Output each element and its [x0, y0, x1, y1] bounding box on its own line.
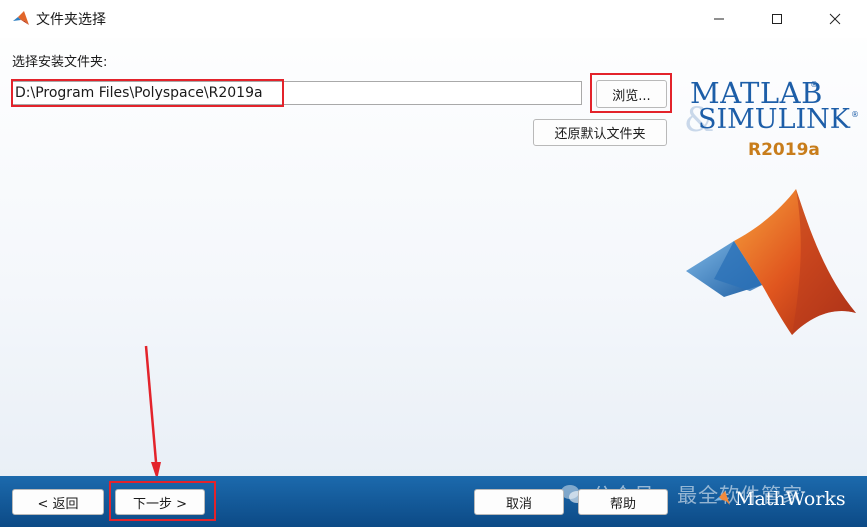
close-button[interactable] — [812, 0, 858, 38]
mathworks-membrane-icon — [714, 491, 730, 505]
matlab-app-icon — [12, 10, 30, 32]
install-path-input[interactable]: D:\Program Files\Polyspace\R2019a — [12, 81, 582, 105]
logo-registered-mark: ® — [851, 110, 859, 119]
minimize-icon — [714, 18, 724, 20]
matlab-membrane-logo-icon — [686, 189, 856, 335]
window-title: 文件夹选择 — [36, 12, 106, 28]
cancel-button[interactable]: 取消 — [474, 489, 564, 515]
install-path-value: D:\Program Files\Polyspace\R2019a — [15, 85, 263, 101]
release-label: R2019a — [748, 140, 820, 160]
mathworks-text: MathWorks — [735, 488, 846, 510]
maximize-button[interactable] — [754, 0, 800, 38]
logo-simulink-text: SIMULINK — [698, 104, 850, 135]
browse-button[interactable]: 浏览... — [596, 80, 667, 108]
back-button[interactable]: < 返回 — [12, 489, 104, 515]
help-button[interactable]: 帮助 — [578, 489, 668, 515]
logo-registered-mark: ® — [810, 80, 818, 89]
folder-label: 选择安装文件夹: — [12, 55, 108, 70]
restore-default-folder-button[interactable]: 还原默认文件夹 — [533, 119, 667, 146]
next-button[interactable]: 下一步 > — [115, 489, 205, 515]
minimize-button[interactable] — [696, 0, 742, 38]
title-bar: 文件夹选择 — [0, 0, 867, 38]
close-icon — [829, 13, 841, 25]
maximize-icon — [772, 14, 782, 24]
mathworks-logo: MathWorks — [712, 488, 846, 510]
